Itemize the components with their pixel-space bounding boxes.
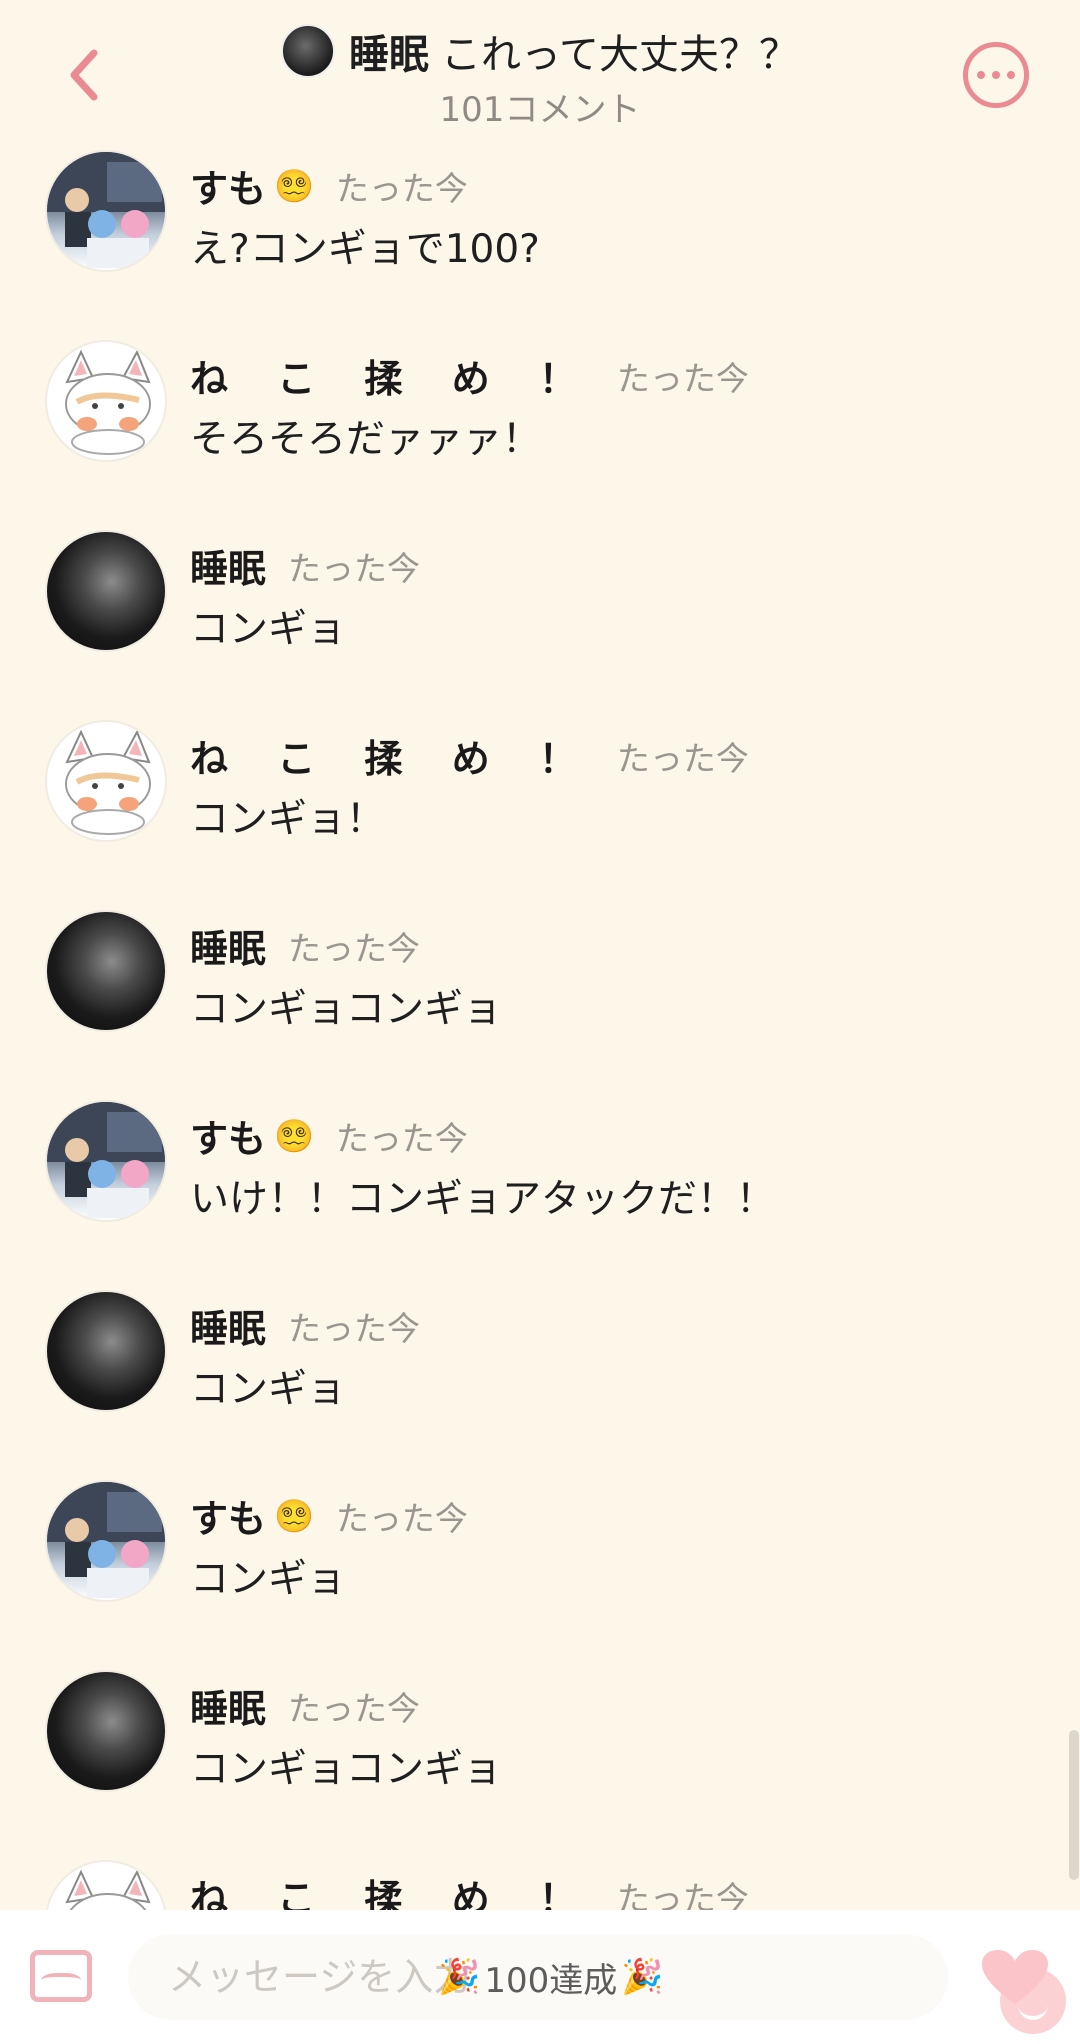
dizzy-face-icon: 😵‍💫 bbox=[274, 1116, 314, 1155]
timestamp: たった今 bbox=[616, 358, 749, 398]
user-name[interactable]: すも bbox=[190, 1108, 266, 1163]
message-item: すも 😵‍💫 たった今 コンギョ bbox=[0, 1470, 1080, 1660]
user-name[interactable]: 睡眠 bbox=[190, 538, 266, 593]
avatar[interactable] bbox=[45, 1100, 167, 1222]
header: 睡眠 これって大丈夫？？ 101コメント bbox=[0, 0, 1080, 140]
message-item: ね こ 揉 め ！ たった今 bbox=[0, 1850, 1080, 1910]
avatar-image bbox=[47, 1102, 165, 1218]
thread-title-text: これって大丈夫？？ bbox=[441, 32, 799, 78]
timestamp: たった今 bbox=[616, 738, 749, 778]
avatar[interactable] bbox=[45, 910, 167, 1032]
comment-count: 101コメント bbox=[439, 90, 641, 130]
message-item: 睡眠 たった今 コンギョコンギョ bbox=[0, 1660, 1080, 1850]
cat-avatar-image bbox=[65, 349, 151, 455]
dizzy-face-icon: 😵‍💫 bbox=[274, 166, 314, 205]
achievement-text: 100達成 bbox=[484, 1960, 618, 2001]
thread-avatar bbox=[281, 24, 335, 78]
chat-screen: 睡眠 これって大丈夫？？ 101コメント bbox=[0, 0, 1080, 2044]
more-button[interactable] bbox=[963, 42, 1029, 108]
message-item: 睡眠 たった今 コンギョ bbox=[0, 1280, 1080, 1470]
user-name[interactable]: ね こ 揉 め ！ bbox=[190, 1868, 595, 1910]
message-text: コンギョコンギョ bbox=[190, 987, 503, 1032]
composer-bar: 🎉 100達成 🎉 bbox=[0, 1910, 1080, 2044]
dizzy-face-icon: 😵‍💫 bbox=[274, 1496, 314, 1535]
party-popper-icon: 🎉 bbox=[438, 1957, 481, 1997]
avatar[interactable] bbox=[45, 1480, 167, 1602]
avatar-image bbox=[47, 152, 165, 268]
timestamp: たった今 bbox=[616, 1878, 749, 1911]
message-text: コンギョ bbox=[190, 607, 347, 652]
avatar-image bbox=[47, 1482, 165, 1598]
party-popper-icon: 🎉 bbox=[621, 1957, 664, 1997]
avatar[interactable] bbox=[45, 150, 167, 272]
message-text: そろそろだァァァ！ bbox=[190, 417, 542, 462]
timestamp: たった今 bbox=[288, 1308, 421, 1348]
timestamp: たった今 bbox=[335, 168, 468, 208]
avatar[interactable] bbox=[45, 1290, 167, 1412]
user-name[interactable]: ね こ 揉 め ！ bbox=[190, 728, 595, 783]
message-item: すも 😵‍💫 たった今 いけ！！コンギョアタックだ！！ bbox=[0, 1090, 1080, 1280]
thread-title[interactable]: 睡眠 これって大丈夫？？ bbox=[0, 22, 1080, 80]
message-item: 睡眠 たった今 コンギョ bbox=[0, 520, 1080, 710]
message-text: え?コンギョで100? bbox=[190, 227, 540, 272]
user-name[interactable]: ね こ 揉 め ！ bbox=[190, 348, 595, 403]
avatar[interactable] bbox=[45, 1670, 167, 1792]
user-name[interactable]: 睡眠 bbox=[190, 1678, 266, 1733]
user-name[interactable]: すも bbox=[190, 158, 266, 213]
more-horizontal-icon bbox=[977, 71, 985, 79]
user-name[interactable]: 睡眠 bbox=[190, 1298, 266, 1353]
like-button[interactable] bbox=[980, 1948, 1050, 2008]
message-text: コンギョ bbox=[190, 1557, 347, 1602]
thread-owner-name: 睡眠 bbox=[349, 32, 429, 78]
image-button[interactable] bbox=[30, 1950, 92, 2002]
message-text: コンギョコンギョ bbox=[190, 1747, 503, 1792]
cat-avatar-image bbox=[65, 1869, 151, 1910]
timestamp: たった今 bbox=[335, 1118, 468, 1158]
timestamp: たった今 bbox=[288, 1688, 421, 1728]
avatar[interactable] bbox=[45, 340, 167, 462]
message-item: ね こ 揉 め ！ たった今 コンギョ！ bbox=[0, 710, 1080, 900]
timestamp: たった今 bbox=[335, 1498, 468, 1538]
user-name[interactable]: すも bbox=[190, 1488, 266, 1543]
user-name[interactable]: 睡眠 bbox=[190, 918, 266, 973]
message-text: コンギョ bbox=[190, 1367, 347, 1412]
avatar[interactable] bbox=[45, 720, 167, 842]
more-dot bbox=[1007, 71, 1015, 79]
message-text: コンギョ！ bbox=[190, 797, 386, 842]
message-input-wrapper[interactable]: 🎉 100達成 🎉 bbox=[128, 1934, 1066, 2034]
message-text: いけ！！コンギョアタックだ！！ bbox=[190, 1177, 776, 1222]
more-dot bbox=[992, 71, 1000, 79]
message-item: ね こ 揉 め ！ たった今 そろそろだァァァ！ bbox=[0, 330, 1080, 520]
timestamp: たった今 bbox=[288, 548, 421, 588]
message-list[interactable]: すも 😵‍💫 たった今 え?コンギョで100? bbox=[0, 140, 1080, 1910]
message-item: 睡眠 たった今 コンギョコンギョ bbox=[0, 900, 1080, 1090]
message-item: すも 😵‍💫 たった今 え?コンギョで100? bbox=[0, 140, 1080, 330]
cat-avatar-image bbox=[65, 729, 151, 835]
heart-icon bbox=[982, 1950, 1048, 2004]
scrollbar[interactable] bbox=[1069, 1730, 1079, 1880]
achievement-banner: 🎉 100達成 🎉 bbox=[438, 1934, 664, 2020]
avatar[interactable] bbox=[45, 530, 167, 652]
timestamp: たった今 bbox=[288, 928, 421, 968]
avatar[interactable] bbox=[45, 1860, 167, 1910]
